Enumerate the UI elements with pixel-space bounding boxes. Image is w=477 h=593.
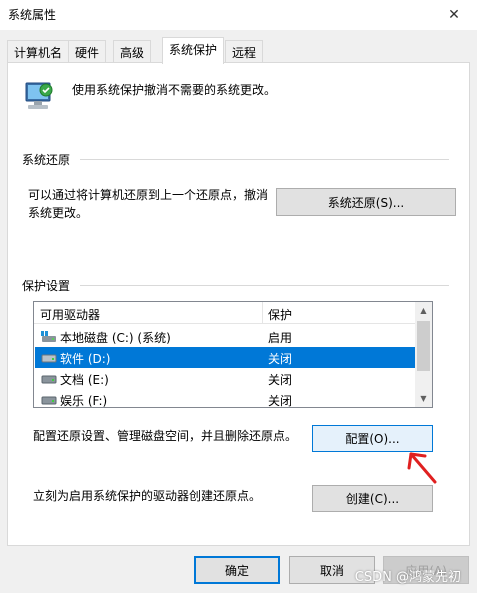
tab-label: 硬件: [75, 46, 100, 60]
protection-status: 启用: [268, 331, 293, 345]
protection-status: 关闭: [268, 352, 293, 366]
drive-list[interactable]: 可用驱动器 保护 本地磁盘 (C:) (系统) 启用 软件 (D:) 关闭 文档…: [33, 301, 433, 408]
button-label: 系统还原(S)...: [327, 195, 405, 210]
create-description: 立刻为启用系统保护的驱动器创建还原点。: [33, 489, 262, 503]
intro-text: 使用系统保护撤消不需要的系统更改。: [72, 83, 277, 97]
tab-label: 计算机名: [14, 46, 63, 60]
restore-description: 可以通过将计算机还原到上一个还原点，撤消 系统更改。: [28, 186, 268, 222]
annotation-arrow-icon: [405, 450, 445, 489]
system-drive-icon: [41, 331, 57, 343]
protection-divider: [80, 285, 449, 286]
restore-divider: [80, 159, 449, 160]
drive-name: 本地磁盘 (C:) (系统): [60, 331, 171, 345]
button-label: 配置(O)...: [345, 432, 400, 446]
close-icon: ✕: [448, 7, 460, 23]
column-divider[interactable]: [262, 302, 263, 324]
create-button[interactable]: 创建(C)...: [312, 485, 433, 512]
tab-label: 远程: [232, 46, 257, 60]
list-item[interactable]: 软件 (D:) 关闭: [35, 347, 415, 368]
button-label: 确定: [224, 563, 249, 578]
scroll-thumb[interactable]: [417, 321, 430, 371]
drive-icon: [41, 394, 57, 406]
configure-button[interactable]: 配置(O)...: [312, 425, 433, 452]
drive-name: 文档 (E:): [60, 373, 109, 387]
tab-advanced[interactable]: 高级: [113, 40, 152, 62]
tab-computer-name[interactable]: 计算机名: [7, 40, 70, 62]
restore-heading: 系统还原: [22, 151, 77, 168]
protection-status: 关闭: [268, 394, 293, 408]
tab-label: 高级: [120, 46, 145, 60]
scroll-up-button[interactable]: ▲: [415, 302, 432, 319]
tab-system-protection[interactable]: 系统保护: [162, 37, 225, 64]
button-label: 取消: [319, 563, 344, 578]
watermark-text: CSDN @鸿蒙先初: [354, 570, 461, 585]
chevron-up-icon: ▲: [420, 306, 427, 315]
drive-name: 软件 (D:): [60, 352, 111, 366]
system-protection-icon: [22, 80, 56, 114]
vertical-scrollbar[interactable]: ▲ ▼: [415, 302, 432, 407]
drive-icon: [41, 373, 57, 385]
drive-icon: [41, 352, 57, 364]
scroll-down-button[interactable]: ▼: [415, 390, 432, 407]
tab-label: 系统保护: [169, 43, 218, 57]
restore-description-line: 可以通过将计算机还原到上一个还原点，撤消: [28, 188, 269, 202]
configure-description: 配置还原设置、管理磁盘空间，并且删除还原点。: [33, 429, 298, 443]
system-restore-button[interactable]: 系统还原(S)...: [276, 188, 456, 216]
button-label: 创建(C)...: [345, 492, 400, 506]
list-item[interactable]: 本地磁盘 (C:) (系统) 启用: [35, 326, 415, 347]
drive-name: 娱乐 (F:): [60, 394, 108, 408]
protection-status: 关闭: [268, 373, 293, 387]
tab-hardware[interactable]: 硬件: [68, 40, 107, 62]
column-header-protection[interactable]: 保护: [268, 306, 292, 323]
list-item[interactable]: 文档 (E:) 关闭: [35, 368, 415, 389]
tab-remote[interactable]: 远程: [225, 40, 264, 62]
list-header: 可用驱动器 保护: [34, 302, 416, 324]
ok-button[interactable]: 确定: [194, 556, 280, 584]
window-title: 系统属性: [8, 8, 57, 22]
chevron-down-icon: ▼: [420, 394, 427, 403]
close-button[interactable]: ✕: [431, 0, 477, 30]
restore-description-line: 系统更改。: [28, 206, 89, 220]
column-header-drives[interactable]: 可用驱动器: [40, 306, 100, 323]
protection-heading: 保护设置: [22, 277, 77, 294]
title-bar: 系统属性 ✕: [0, 0, 477, 30]
list-item[interactable]: 娱乐 (F:) 关闭: [35, 389, 415, 408]
